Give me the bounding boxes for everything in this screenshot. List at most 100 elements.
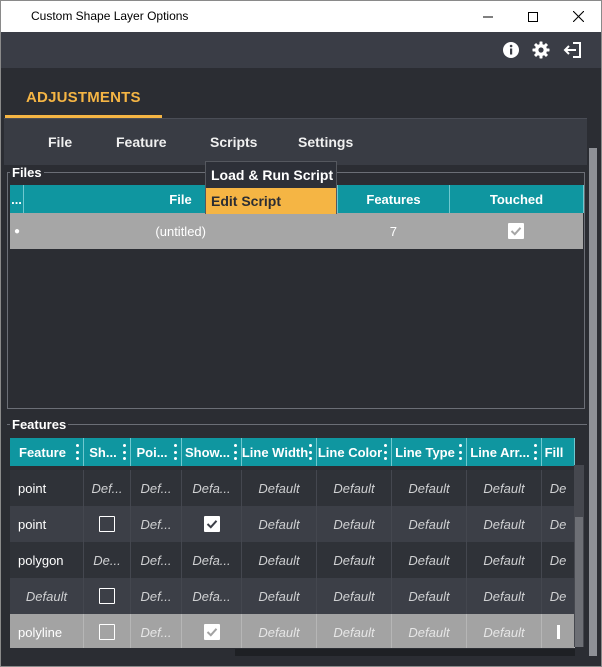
menu-file[interactable]: File <box>48 134 72 150</box>
info-icon[interactable] <box>502 41 520 59</box>
line-arrow-cell[interactable]: Default <box>467 542 542 578</box>
fill-cell[interactable]: De <box>542 542 575 578</box>
close-button[interactable] <box>555 1 601 32</box>
file-name-cell[interactable]: (untitled) <box>24 213 337 249</box>
fill-cell[interactable]: De <box>542 506 575 542</box>
table-row[interactable]: point Def... Def... Defa... Default Defa… <box>10 470 575 506</box>
show-checkbox[interactable] <box>203 516 220 532</box>
poi-cell[interactable]: Def... <box>131 506 182 542</box>
column-menu-icon[interactable] <box>534 444 538 460</box>
line-color-cell[interactable]: Default <box>317 470 392 506</box>
features-scrollbar-thumb[interactable] <box>575 517 583 647</box>
column-menu-icon[interactable] <box>459 444 463 460</box>
feature-name-cell[interactable]: point <box>10 470 84 506</box>
line-type-cell[interactable]: Default <box>392 506 467 542</box>
column-menu-icon[interactable] <box>234 444 238 460</box>
menu-scripts[interactable]: Scripts <box>210 134 257 150</box>
table-row[interactable]: polygon De... Def... Defa... Default Def… <box>10 542 575 578</box>
col-feature[interactable]: Feature <box>10 438 84 466</box>
poi-cell[interactable]: Def... <box>131 578 182 614</box>
features-hscrollbar-thumb[interactable] <box>235 649 575 656</box>
feature-name-cell[interactable]: polygon <box>10 542 84 578</box>
sh-cell[interactable] <box>84 614 131 650</box>
poi-cell[interactable]: Def... <box>131 542 182 578</box>
menu-item-load-run-script[interactable]: Load & Run Script <box>206 162 336 188</box>
col-line-width[interactable]: Line Width <box>242 438 317 466</box>
sh-checkbox[interactable] <box>99 624 115 640</box>
features-hscrollbar[interactable] <box>10 648 575 656</box>
line-type-cell[interactable]: Default <box>392 470 467 506</box>
line-arrow-cell[interactable]: Default <box>467 614 542 650</box>
line-type-cell[interactable]: Default <box>392 542 467 578</box>
sh-cell[interactable]: De... <box>84 542 131 578</box>
column-menu-icon[interactable] <box>123 444 127 460</box>
column-menu-icon[interactable] <box>174 444 178 460</box>
line-color-cell[interactable]: Default <box>317 506 392 542</box>
table-row[interactable]: Default Def... Defa... Default Default D… <box>10 578 575 614</box>
feature-name-cell[interactable]: polyline <box>10 614 84 650</box>
fill-cell[interactable]: De <box>542 470 575 506</box>
features-scrollbar[interactable] <box>574 465 584 647</box>
line-width-cell[interactable]: Default <box>242 578 317 614</box>
features-panel: Feature Sh... Poi... Show... Line Width … <box>7 424 587 662</box>
line-color-cell[interactable]: Default <box>317 578 392 614</box>
col-show[interactable]: Show... <box>182 438 242 466</box>
feature-name-cell[interactable]: Default <box>10 578 84 614</box>
exit-icon[interactable] <box>563 41 581 59</box>
line-arrow-cell[interactable]: Default <box>467 506 542 542</box>
show-cell[interactable]: Defa... <box>182 578 242 614</box>
line-width-cell[interactable]: Default <box>242 614 317 650</box>
sh-cell[interactable] <box>84 506 131 542</box>
line-arrow-cell[interactable]: Default <box>467 578 542 614</box>
tab-adjustments[interactable]: ADJUSTMENTS <box>5 68 162 118</box>
show-cell[interactable]: Defa... <box>182 470 242 506</box>
fill-cell[interactable] <box>542 614 575 650</box>
sh-checkbox[interactable] <box>99 588 115 604</box>
line-type-cell[interactable]: Default <box>392 614 467 650</box>
main-scrollbar[interactable] <box>587 118 599 658</box>
col-line-arrow[interactable]: Line Arr... <box>467 438 542 466</box>
minimize-button[interactable] <box>465 1 511 32</box>
sh-cell[interactable] <box>84 578 131 614</box>
line-width-cell[interactable]: Default <box>242 506 317 542</box>
files-col-touched[interactable]: Touched <box>450 185 584 213</box>
line-arrow-cell[interactable]: Default <box>467 470 542 506</box>
touched-checkbox[interactable] <box>508 223 525 239</box>
line-type-cell[interactable]: Default <box>392 578 467 614</box>
sh-cell[interactable]: Def... <box>84 470 131 506</box>
gear-icon[interactable] <box>532 41 550 59</box>
show-cell[interactable] <box>182 506 242 542</box>
col-line-color[interactable]: Line Color <box>317 438 392 466</box>
sh-checkbox[interactable] <box>99 516 115 532</box>
show-cell[interactable]: Defa... <box>182 542 242 578</box>
main-scrollbar-thumb[interactable] <box>589 148 597 656</box>
column-menu-icon[interactable] <box>384 444 388 460</box>
line-width-cell[interactable]: Default <box>242 470 317 506</box>
files-col-features[interactable]: Features <box>338 185 450 213</box>
maximize-button[interactable] <box>510 1 556 32</box>
table-row[interactable]: ● (untitled) 7 <box>10 213 583 249</box>
col-poi[interactable]: Poi... <box>131 438 182 466</box>
line-color-cell[interactable]: Default <box>317 542 392 578</box>
col-sh[interactable]: Sh... <box>84 438 131 466</box>
line-color-cell[interactable]: Default <box>317 614 392 650</box>
files-col-more[interactable]: ... <box>10 185 24 213</box>
menu-item-edit-script[interactable]: Edit Script <box>206 188 336 214</box>
column-menu-icon[interactable] <box>309 444 313 460</box>
line-width-cell[interactable]: Default <box>242 542 317 578</box>
poi-cell[interactable]: Def... <box>131 614 182 650</box>
feature-name-cell[interactable]: point <box>10 506 84 542</box>
show-cell[interactable] <box>182 614 242 650</box>
poi-cell[interactable]: Def... <box>131 470 182 506</box>
touched-cell[interactable] <box>449 213 583 249</box>
col-line-type[interactable]: Line Type <box>392 438 467 466</box>
table-row-selected[interactable]: polyline Def... Default Default Default … <box>10 614 575 650</box>
menu-feature[interactable]: Feature <box>116 134 167 150</box>
table-row[interactable]: point Def... Default Default Default Def… <box>10 506 575 542</box>
menu-settings[interactable]: Settings <box>298 134 353 150</box>
fill-swatch[interactable] <box>556 625 560 639</box>
show-checkbox[interactable] <box>203 624 220 640</box>
col-fill[interactable]: Fill <box>542 438 575 466</box>
column-menu-icon[interactable] <box>76 444 80 460</box>
fill-cell[interactable]: De <box>542 578 575 614</box>
